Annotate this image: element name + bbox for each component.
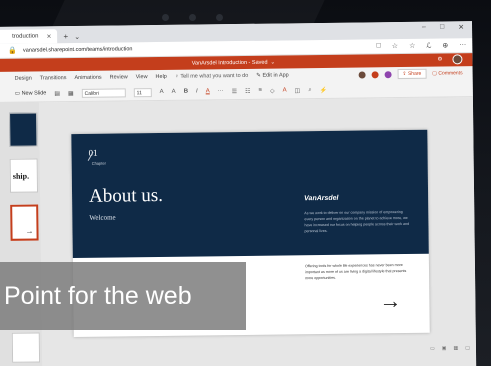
tab-title: troduction — [12, 33, 39, 40]
settings-icon[interactable]: ⚙ — [437, 57, 442, 63]
highlight-icon[interactable]: A — [283, 87, 287, 93]
next-arrow-icon: → — [379, 288, 402, 314]
avatar[interactable] — [452, 54, 463, 65]
slide-header-panel: 01 Chapter About us. Welcome VanArsdel A… — [71, 129, 429, 259]
collaborator-avatar[interactable] — [371, 70, 379, 78]
tab-menu-icon[interactable]: ⌄ — [74, 33, 80, 41]
photo-stage: troduction ✕ + ⌄ – □ ✕ 🔒 vanarsdel.share… — [0, 0, 491, 366]
numbering-icon[interactable]: ☷ — [245, 87, 250, 94]
video-caption: Point for the web — [0, 262, 246, 330]
paint-icon[interactable]: ⌕ — [308, 87, 311, 94]
slide-heading: About us. — [88, 184, 164, 207]
share-page-icon[interactable]: ⊕ — [442, 41, 448, 49]
comments-button[interactable]: ▢ Comments — [432, 70, 462, 76]
collaborator-avatar[interactable] — [384, 70, 392, 78]
tab-transitions[interactable]: Transitions — [40, 75, 67, 81]
tab-help[interactable]: Help — [156, 74, 167, 80]
thumbnail-text: ship. — [12, 171, 30, 181]
slide-thumbnail[interactable] — [11, 332, 41, 363]
comment-icon: ▢ — [432, 70, 438, 77]
favorite-icon[interactable]: ☆ — [392, 42, 398, 50]
title-chevron-icon[interactable]: ⌄ — [270, 59, 275, 65]
url-field[interactable]: vanarsdel.sharepoint.com/teams/introduct… — [23, 43, 377, 53]
layout-icon[interactable]: ▤ — [54, 90, 60, 97]
status-bar-icons: ▭ ▣ ▦ ▢ — [430, 345, 470, 351]
share-icon: ⇪ — [402, 70, 407, 78]
italic-icon[interactable]: I — [196, 89, 198, 95]
address-bar-actions: □ ☆ ☆ ℒ ⊕ ··· — [376, 41, 466, 50]
new-slide-button[interactable]: ▭ New Slide — [15, 90, 47, 96]
font-size-select[interactable]: 11 — [133, 87, 152, 97]
tell-me-search[interactable]: ♀ Tell me what you want to do — [175, 73, 249, 80]
bullets-icon[interactable]: ☰ — [232, 88, 237, 95]
tab-view[interactable]: View — [136, 74, 148, 80]
caption-text: Point for the web — [4, 281, 192, 310]
image-icon[interactable]: ▦ — [68, 90, 74, 97]
new-slide-icon: ▭ — [14, 90, 21, 97]
new-slide-label: New Slide — [21, 90, 47, 97]
align-icon[interactable]: ≡ — [258, 88, 262, 94]
window-controls: – □ ✕ — [422, 23, 464, 32]
share-label: Share — [407, 70, 422, 77]
document-title[interactable]: VanArsdel Introduction - Saved — [192, 59, 268, 66]
tab-close-icon[interactable]: ✕ — [46, 33, 51, 40]
mission-text: As we work to deliver on our company mis… — [304, 210, 410, 234]
reading-view-icon[interactable]: ▢ — [465, 345, 470, 351]
grow-font-icon[interactable]: A — [160, 89, 164, 95]
share-button[interactable]: ⇪ Share — [397, 68, 427, 80]
shrink-font-icon[interactable]: A — [172, 89, 176, 95]
maximize-icon[interactable]: □ — [440, 24, 444, 32]
tab-animations[interactable]: Animations — [74, 75, 101, 81]
more-font-icon[interactable]: ··· — [218, 88, 224, 94]
more-icon[interactable]: ··· — [459, 41, 466, 49]
close-window-icon[interactable]: ✕ — [458, 23, 464, 31]
tab-design[interactable]: Design — [15, 76, 32, 82]
collaborator-avatar[interactable] — [358, 70, 366, 79]
notes-toggle-icon[interactable]: ▭ — [430, 346, 435, 352]
edit-in-app-label: Edit in App — [262, 72, 289, 79]
font-color-icon[interactable]: A — [206, 88, 210, 94]
font-name-select[interactable]: Calibri — [81, 87, 126, 98]
brand-logo: VanArsdel — [304, 194, 339, 203]
favorites-list-icon[interactable]: ☆ — [409, 42, 415, 50]
pencil-icon: ✎ — [256, 72, 261, 79]
lock-icon: 🔒 — [8, 47, 18, 55]
slide-thumbnail[interactable] — [9, 112, 38, 147]
tab-review[interactable]: Review — [110, 74, 128, 80]
edit-in-app-button[interactable]: ✎ Edit in App — [256, 72, 289, 78]
comments-label: Comments — [438, 70, 463, 77]
camera-dot — [189, 14, 196, 21]
secondary-text: Offering tools for whole life experience… — [304, 263, 407, 281]
camera-dot — [216, 14, 223, 21]
tell-me-label: Tell me what you want to do — [180, 72, 249, 80]
chapter-label: Chapter — [91, 160, 106, 166]
bold-icon[interactable]: B — [184, 89, 188, 95]
minimize-icon[interactable]: – — [422, 24, 426, 32]
camera-dot — [162, 14, 169, 21]
sorter-view-icon[interactable]: ▦ — [453, 345, 458, 351]
slide-thumbnail[interactable]: ship. — [9, 158, 39, 193]
browser-tab[interactable]: troduction ✕ — [0, 29, 58, 44]
collaborators: ⇪ Share ▢ Comments — [358, 68, 472, 80]
title-bar-right: ⚙ — [437, 54, 463, 65]
arrange-icon[interactable]: ◫ — [295, 87, 301, 94]
new-tab-icon[interactable]: + — [63, 32, 68, 41]
normal-view-icon[interactable]: ▣ — [442, 345, 447, 351]
reading-view-icon[interactable]: □ — [376, 42, 380, 50]
thumbnail-arrow-icon: → — [25, 226, 34, 236]
notes-icon[interactable]: ℒ — [426, 42, 431, 50]
designer-icon[interactable]: ⚡ — [320, 86, 328, 93]
lightbulb-icon: ♀ — [174, 73, 180, 80]
shapes-icon[interactable]: ◇ — [270, 87, 275, 94]
slide-thumbnail-selected[interactable]: → — [10, 204, 39, 241]
slide-subheading: Welcome — [89, 213, 116, 222]
